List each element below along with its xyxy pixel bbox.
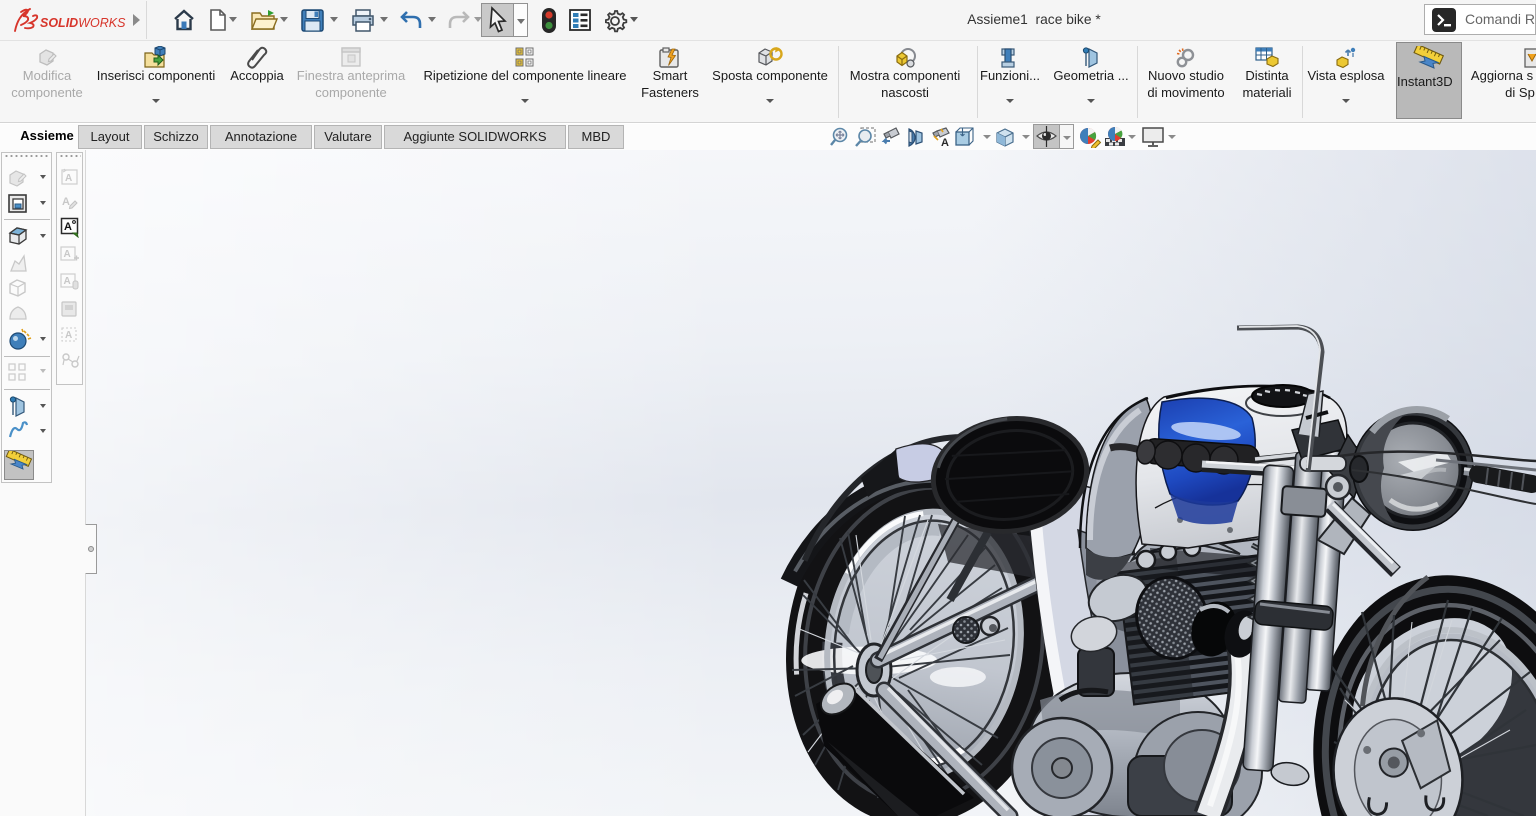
svg-text:A: A bbox=[62, 196, 70, 208]
svg-text:A: A bbox=[64, 276, 71, 287]
svg-text:A: A bbox=[65, 173, 72, 184]
svg-text:A: A bbox=[65, 330, 72, 341]
svg-text:A: A bbox=[64, 249, 71, 260]
svg-text:SOLIDWORKS: SOLIDWORKS bbox=[40, 16, 126, 30]
svg-text:A: A bbox=[941, 137, 949, 148]
svg-text:A: A bbox=[64, 221, 72, 233]
